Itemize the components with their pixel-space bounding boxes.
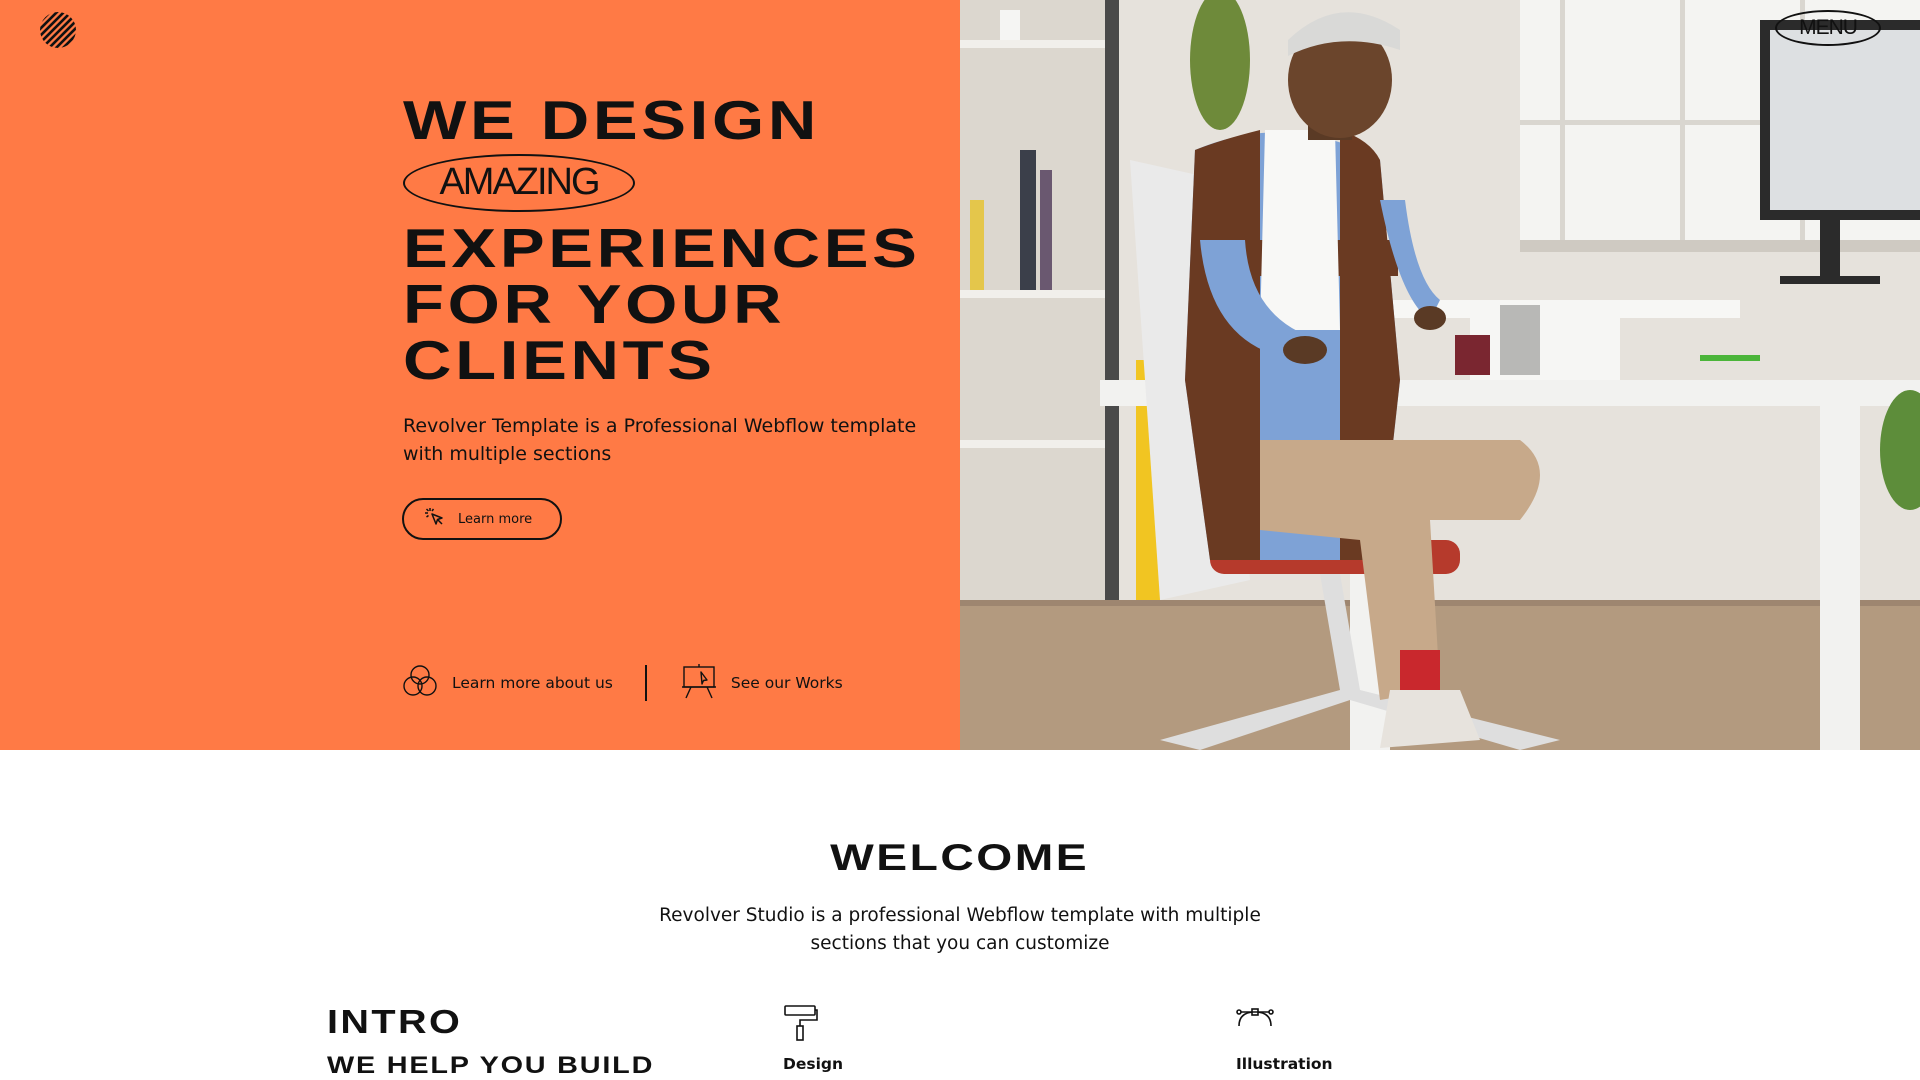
paint-roller-icon <box>783 1004 843 1047</box>
hero-headline: WE DESIGN AMAZING EXPERIENCES FOR YOUR C… <box>403 92 943 388</box>
hero-section: WE DESIGN AMAZING EXPERIENCES FOR YOUR C… <box>0 0 1920 750</box>
photo-man-at-desk <box>960 0 1920 750</box>
menu-button[interactable]: MENU <box>1775 10 1881 46</box>
intro-title-text: INTRO <box>327 1003 463 1040</box>
hero-secondary-links: Learn more about us See our Works <box>402 663 843 704</box>
learn-more-label: Learn more <box>458 511 533 527</box>
service-design: Design <box>783 1004 843 1073</box>
intro-title: INTRO <box>327 1002 460 1042</box>
bezier-pen-icon <box>1236 1004 1333 1047</box>
cursor-click-icon <box>424 506 446 533</box>
service-illustration: Illustration <box>1236 1004 1333 1073</box>
intro-subtitle-text: WE HELP YOU BUILD <box>327 1052 655 1079</box>
striped-circle-logo-icon[interactable] <box>38 10 78 50</box>
three-circles-icon <box>402 664 438 703</box>
intro-subtitle: WE HELP YOU BUILD <box>327 1051 652 1080</box>
welcome-title: WELCOME <box>0 838 1920 878</box>
hero-photo-illustration <box>960 0 1920 750</box>
headline-highlight-pill: AMAZING <box>403 154 635 212</box>
see-our-works-link[interactable]: See our Works <box>681 663 843 704</box>
service-design-label: Design <box>783 1055 844 1073</box>
links-divider <box>644 665 647 701</box>
see-our-works-label: See our Works <box>730 674 843 692</box>
hero-subtitle: Revolver Template is a Professional Webf… <box>403 415 917 465</box>
welcome-title-text: WELCOME <box>830 837 1090 878</box>
hero-left-panel: WE DESIGN AMAZING EXPERIENCES FOR YOUR C… <box>0 0 960 750</box>
learn-more-about-us-link[interactable]: Learn more about us <box>402 664 613 703</box>
presentation-board-icon <box>681 663 717 704</box>
service-illustration-label: Illustration <box>1236 1055 1333 1073</box>
learn-more-about-us-label: Learn more about us <box>452 674 613 692</box>
welcome-subtitle: Revolver Studio is a professional Webflo… <box>659 905 1261 954</box>
learn-more-button[interactable]: Learn more <box>402 498 562 540</box>
